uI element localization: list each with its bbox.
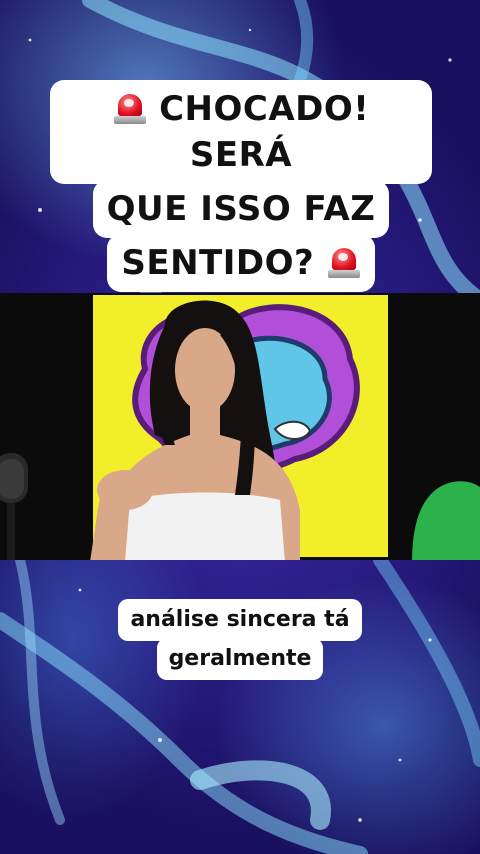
subtitle-line-2: geralmente — [156, 638, 324, 680]
top-caption: CHOCADO! SERÁ QUE ISSO FAZ SENTIDO? — [50, 80, 432, 292]
caption-text-1: CHOCADO! SERÁ — [159, 89, 370, 175]
microphone — [0, 453, 28, 560]
police-light-icon — [113, 94, 147, 124]
subtitle-line-1: análise sincera tá — [118, 599, 362, 641]
caption-text-3: SENTIDO? — [121, 243, 315, 283]
caption-line-3: SENTIDO? — [107, 234, 375, 292]
subtitle-caption: análise sincera tá geralmente — [110, 599, 370, 680]
police-light-icon — [327, 248, 361, 278]
woman-speaking — [90, 300, 300, 560]
caption-text-2: QUE ISSO FAZ — [106, 189, 376, 229]
video-frame — [0, 293, 480, 560]
caption-line-2: QUE ISSO FAZ — [92, 180, 390, 238]
caption-line-1: CHOCADO! SERÁ — [50, 80, 432, 184]
man-green-shirt — [412, 481, 480, 560]
